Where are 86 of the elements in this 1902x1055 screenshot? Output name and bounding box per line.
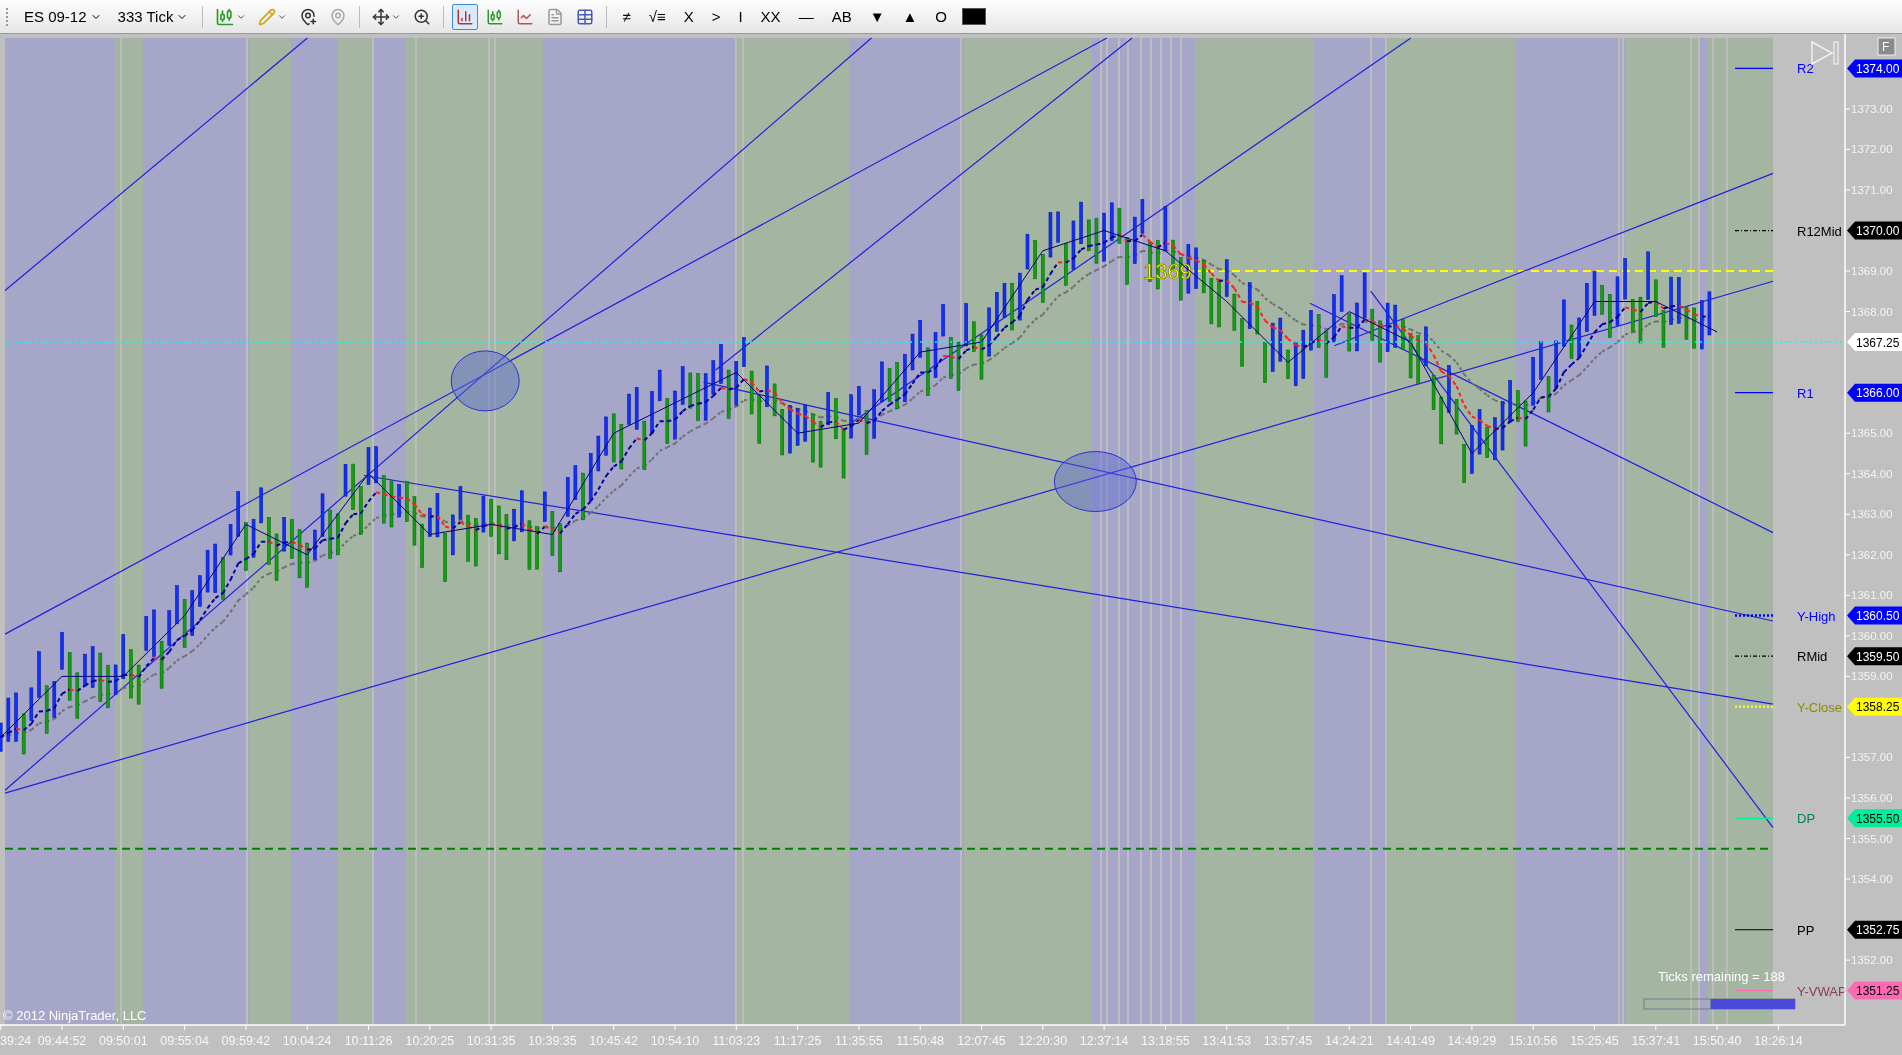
- price-tag: 1370.00: [1847, 221, 1902, 240]
- pivot-label: RMid: [1797, 649, 1828, 665]
- axis-label: 13:57:45: [1263, 1034, 1313, 1048]
- axis-label: 09:55:04: [160, 1034, 209, 1048]
- pencil-icon: [258, 7, 277, 26]
- color-swatch[interactable]: [962, 8, 987, 25]
- axis-label: 12:37:14: [1079, 1034, 1129, 1048]
- axis-label: 15:37:41: [1631, 1034, 1681, 1048]
- draw-tool-button[interactable]: I: [731, 6, 750, 27]
- pivot-label: DP: [1797, 811, 1816, 827]
- crosshair-icon: [372, 7, 391, 26]
- draw-tool-button[interactable]: X: [676, 6, 701, 27]
- draw-tool-button[interactable]: XX: [753, 6, 788, 27]
- pivot-label: R2: [1797, 61, 1814, 77]
- axis-label: 39:24: [0, 1034, 32, 1048]
- axis-label: 10:11:26: [344, 1034, 393, 1048]
- interval-dropdown[interactable]: 333 Tick: [111, 6, 195, 27]
- price-tag: 1358.25: [1847, 697, 1902, 716]
- last-price-tag: 1367.25: [1847, 333, 1902, 351]
- pivot-line: [1734, 817, 1774, 819]
- pivot-label: R1: [1797, 385, 1814, 401]
- price-tag: 1366.00: [1847, 383, 1902, 402]
- axis-label: 14:49:29: [1447, 1034, 1497, 1048]
- axis-label: 10:45:42: [589, 1034, 639, 1048]
- pivot-line: [1734, 229, 1774, 232]
- axis-label: 14:41:49: [1386, 1034, 1435, 1048]
- pivot-line: [1734, 392, 1774, 394]
- pivot-label: Y-Close: [1797, 699, 1843, 715]
- draw-tool-button[interactable]: >: [704, 6, 728, 27]
- axis-label: 09:59:42: [221, 1034, 271, 1048]
- draw-tool-button[interactable]: √≡: [641, 6, 673, 27]
- table-icon: [576, 7, 595, 26]
- axis-label: 12:20:30: [1018, 1034, 1068, 1048]
- axis-label: 11:50:48: [896, 1034, 945, 1048]
- pivot-label: Y-VWAP: [1797, 983, 1847, 999]
- pivot-line: [1734, 989, 1774, 992]
- draw-tool-button[interactable]: ≠: [615, 6, 638, 27]
- axis-label: 18:26:14: [1754, 1034, 1803, 1048]
- axis-label: 15:10:56: [1508, 1034, 1558, 1048]
- axis-label: 10:20:25: [405, 1034, 455, 1048]
- axis-label: 12:07:45: [957, 1034, 1006, 1048]
- axis-label: 11:35:55: [835, 1034, 883, 1048]
- draw-tool-button[interactable]: ▼: [862, 6, 892, 27]
- axis-label: 15:25:45: [1570, 1034, 1619, 1048]
- axis-label: 14:24:21: [1324, 1034, 1374, 1048]
- axis-label: 10:54:10: [650, 1034, 700, 1048]
- ticks-remaining-text: Ticks remaining = 188: [1657, 969, 1785, 984]
- chart-style-button[interactable]: [452, 3, 479, 30]
- pin-plus-icon: [299, 7, 318, 26]
- price-tag: 1374.00: [1847, 59, 1902, 78]
- axis-label: 11:03:23: [712, 1034, 761, 1048]
- pivot-line: [1734, 929, 1774, 931]
- pivot-label: Y-High: [1797, 608, 1836, 624]
- zoom-icon: [413, 7, 432, 26]
- pivot-label: PP: [1797, 922, 1815, 938]
- pivot-label: R12Mid: [1797, 223, 1842, 239]
- line-chart-icon: [516, 7, 535, 26]
- axis-label: 11:17:25: [773, 1034, 822, 1048]
- axis-label: 10:31:35: [466, 1034, 516, 1048]
- draw-tool-button[interactable]: O: [928, 6, 955, 27]
- price-tag: 1352.75: [1847, 920, 1902, 939]
- price-tag: 1351.25: [1847, 981, 1902, 1000]
- instrument-dropdown[interactable]: ES 09-12: [18, 6, 108, 27]
- axis-label: 13:18:55: [1141, 1034, 1190, 1048]
- axis-label: 10:04:24: [282, 1034, 332, 1048]
- price-tag: 1360.50: [1847, 606, 1902, 625]
- bar-chart-icon: [456, 7, 475, 26]
- draw-tool-button[interactable]: AB: [824, 6, 859, 27]
- pivot-line: [1734, 67, 1774, 69]
- draw-tool-button[interactable]: ▲: [895, 6, 925, 27]
- candlestick-icon: [486, 7, 505, 26]
- candlestick-icon: [215, 6, 236, 27]
- price-tag: 1359.50: [1847, 647, 1902, 666]
- document-icon: [546, 7, 565, 26]
- pivot-line: [1735, 614, 1773, 617]
- pivot-line: [1735, 705, 1773, 709]
- pin-icon: [329, 7, 348, 26]
- axis-label: 09:44:52: [37, 1034, 87, 1048]
- axis-label: 15:50:40: [1692, 1034, 1742, 1048]
- axis-label: 09:50:01: [98, 1034, 148, 1048]
- axis-label: 10:39:35: [528, 1034, 577, 1048]
- copyright-text: © 2012 NinjaTrader, LLC: [3, 1008, 147, 1023]
- price-tag: 1355.50: [1847, 809, 1902, 828]
- draw-tool-button[interactable]: —: [791, 6, 821, 27]
- pivot-line: [1734, 655, 1774, 657]
- axis-label: 13:41:53: [1202, 1034, 1252, 1048]
